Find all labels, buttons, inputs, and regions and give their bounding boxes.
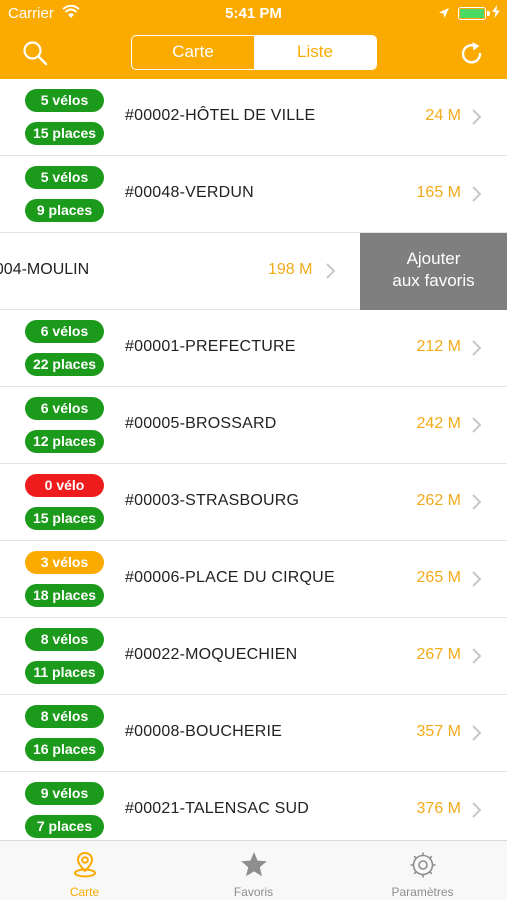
segment-carte[interactable]: Carte: [132, 36, 254, 69]
status-time: 5:41 PM: [225, 5, 282, 22]
station-name: #00021-TALENSAC SUD: [125, 800, 310, 817]
add-favorites-label-line1: Ajouter: [406, 249, 461, 268]
station-distance: 165 M: [416, 184, 461, 201]
station-row-swiped[interactable]: 0004-MOULIN 198 M Ajouter aux favoris: [0, 233, 507, 310]
chevron-right-icon: [326, 263, 336, 279]
chevron-right-icon: [472, 802, 482, 818]
station-distance: 242 M: [416, 415, 461, 432]
station-name: #00002-HÔTEL DE VILLE: [125, 107, 316, 124]
tab-parametres[interactable]: Paramètres: [338, 841, 507, 900]
places-badge: 11 places: [25, 661, 104, 684]
station-name: #00022-MOQUECHIEN: [125, 646, 298, 663]
station-name: #00005-BROSSARD: [125, 415, 277, 432]
station-distance: 212 M: [416, 338, 461, 355]
search-icon[interactable]: [22, 40, 48, 66]
charging-icon: [492, 5, 500, 21]
map-pin-icon: [73, 851, 96, 878]
station-distance: 376 M: [416, 800, 461, 817]
chevron-right-icon: [472, 725, 482, 741]
chevron-right-icon: [472, 648, 482, 664]
station-distance: 262 M: [416, 492, 461, 509]
station-row[interactable]: 5 vélos 15 places #00002-HÔTEL DE VILLE …: [0, 79, 507, 156]
chevron-right-icon: [472, 109, 482, 125]
places-badge: 9 places: [25, 199, 104, 222]
location-arrow-icon: [438, 6, 450, 23]
bikes-badge: 3 vélos: [25, 551, 104, 574]
battery-icon: [458, 7, 490, 20]
chevron-right-icon: [472, 494, 482, 510]
station-row[interactable]: 8 vélos 11 places #00022-MOQUECHIEN 267 …: [0, 618, 507, 695]
segment-liste[interactable]: Liste: [254, 36, 376, 69]
refresh-icon[interactable]: [458, 40, 486, 68]
bikes-badge: 9 vélos: [25, 782, 104, 805]
places-badge: 7 places: [25, 815, 104, 838]
add-favorites-label-line2: aux favoris: [392, 271, 475, 290]
station-name: #00001-PREFECTURE: [125, 338, 296, 355]
chevron-right-icon: [472, 186, 482, 202]
places-badge: 15 places: [25, 507, 104, 530]
station-distance: 24 M: [425, 107, 461, 124]
station-list[interactable]: 5 vélos 15 places #00002-HÔTEL DE VILLE …: [0, 79, 507, 840]
station-row[interactable]: 6 vélos 12 places #00005-BROSSARD 242 M: [0, 387, 507, 464]
places-badge: 18 places: [25, 584, 104, 607]
station-distance: 357 M: [416, 723, 461, 740]
gear-icon: [410, 852, 435, 878]
tab-parametres-label: Paramètres: [391, 885, 454, 899]
station-distance: 198 M: [268, 261, 313, 278]
places-badge: 22 places: [25, 353, 104, 376]
places-badge: 12 places: [25, 430, 104, 453]
bikes-badge: 0 vélo: [25, 474, 104, 497]
station-name: #00006-PLACE DU CIRQUE: [125, 569, 335, 586]
tab-carte[interactable]: Carte: [0, 841, 169, 900]
station-row[interactable]: 3 vélos 18 places #00006-PLACE DU CIRQUE…: [0, 541, 507, 618]
places-badge: 16 places: [25, 738, 104, 761]
station-distance: 265 M: [416, 569, 461, 586]
station-row[interactable]: 9 vélos 7 places #00021-TALENSAC SUD 376…: [0, 772, 507, 840]
station-name: #00008-BOUCHERIE: [125, 723, 283, 740]
top-bar: Carrier 5:41 PM Carte Liste: [0, 0, 507, 79]
station-row[interactable]: 8 vélos 16 places #00008-BOUCHERIE 357 M: [0, 695, 507, 772]
bikes-badge: 8 vélos: [25, 628, 104, 651]
places-badge: 15 places: [25, 122, 104, 145]
add-to-favorites-button[interactable]: Ajouter aux favoris: [360, 233, 507, 310]
bikes-badge: 6 vélos: [25, 320, 104, 343]
star-icon: [240, 852, 267, 877]
view-segmented-control: Carte Liste: [131, 35, 377, 70]
status-bar: Carrier 5:41 PM: [0, 0, 507, 28]
bikes-badge: 8 vélos: [25, 705, 104, 728]
tab-favoris-label: Favoris: [233, 885, 274, 899]
station-row[interactable]: 5 vélos 9 places #00048-VERDUN 165 M: [0, 156, 507, 233]
tab-favoris[interactable]: Favoris: [169, 841, 338, 900]
tab-bar: Carte Favoris Paramètres: [0, 840, 507, 900]
station-name: #00048-VERDUN: [125, 184, 254, 201]
station-row[interactable]: 6 vélos 22 places #00001-PREFECTURE 212 …: [0, 310, 507, 387]
bikes-badge: 5 vélos: [25, 89, 104, 112]
bikes-badge: 5 vélos: [25, 166, 104, 189]
chevron-right-icon: [472, 340, 482, 356]
tab-carte-label: Carte: [69, 885, 100, 899]
station-name: 0004-MOULIN: [0, 261, 90, 278]
station-name: #00003-STRASBOURG: [125, 492, 300, 509]
bikes-badge: 6 vélos: [25, 397, 104, 420]
station-row[interactable]: 0 vélo 15 places #00003-STRASBOURG 262 M: [0, 464, 507, 541]
station-distance: 267 M: [416, 646, 461, 663]
chevron-right-icon: [472, 571, 482, 587]
chevron-right-icon: [472, 417, 482, 433]
